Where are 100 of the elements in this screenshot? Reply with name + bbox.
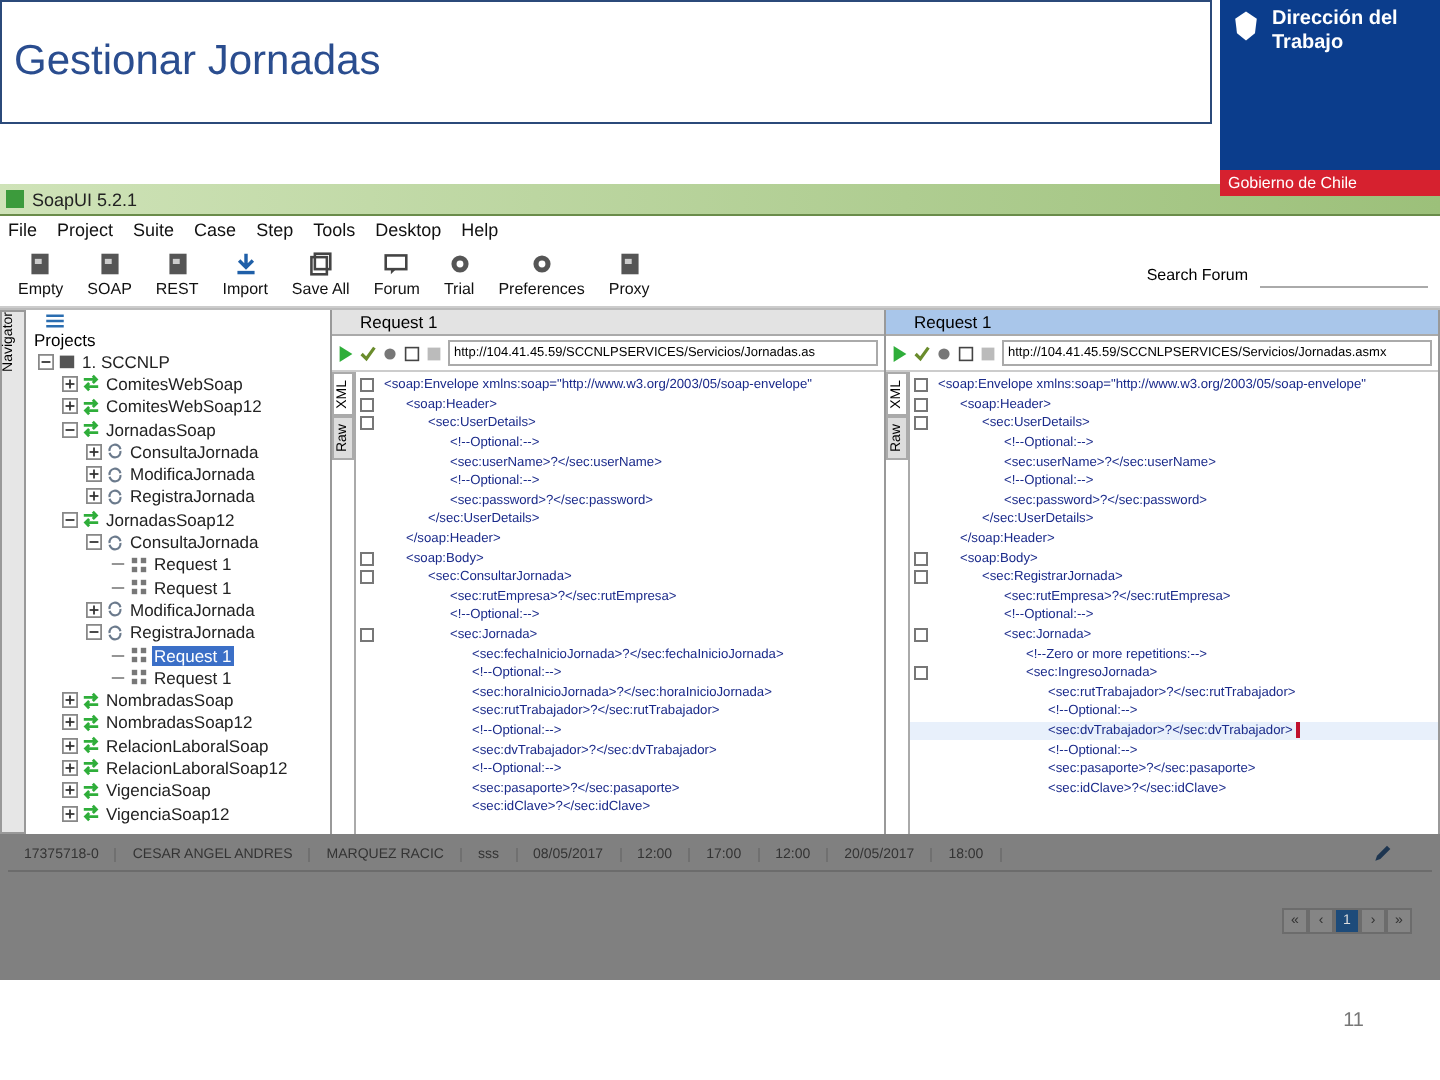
document-icon: [28, 252, 53, 276]
expand-icon[interactable]: [62, 375, 78, 392]
tree-item[interactable]: JornadasSoap12: [104, 509, 237, 530]
swap-arrows-icon: [82, 374, 100, 393]
fold-icon[interactable]: [914, 628, 928, 643]
swap-arrows-icon: [82, 420, 100, 439]
play-icon[interactable]: [892, 345, 908, 361]
expand-icon[interactable]: [86, 601, 102, 618]
expand-icon[interactable]: [62, 805, 78, 822]
expand-icon[interactable]: [86, 488, 102, 505]
tree-heading: Projects: [34, 330, 98, 350]
soap-icon: [130, 646, 148, 664]
swap-arrows-icon: [82, 804, 100, 823]
play-icon[interactable]: [338, 345, 354, 361]
collapse-icon[interactable]: [62, 511, 78, 528]
app-icon: [6, 190, 24, 208]
window-icon[interactable]: [958, 345, 974, 361]
collapse-icon[interactable]: [38, 353, 54, 370]
swap-arrows-icon: [82, 758, 100, 777]
search-label: Search Forum: [1146, 266, 1248, 284]
fold-icon[interactable]: [914, 666, 928, 681]
menu-item[interactable]: Tools: [313, 220, 356, 240]
swap-arrows-icon: [82, 781, 100, 800]
tree-item[interactable]: Request 1: [152, 577, 234, 598]
expand-icon[interactable]: [62, 714, 78, 731]
swap-arrows-icon: [82, 713, 100, 732]
menu-item[interactable]: Project: [57, 220, 114, 240]
tree-item[interactable]: Request 1: [152, 645, 234, 665]
tree-item[interactable]: ConsultaJornada: [128, 532, 261, 553]
tree-item[interactable]: VigenciaSoap12: [104, 803, 232, 824]
expand-icon[interactable]: [62, 737, 78, 754]
expand-icon[interactable]: [86, 443, 102, 460]
menu-item[interactable]: File: [8, 220, 38, 240]
download-icon: [233, 252, 258, 276]
window-title: SoapUI 5.2.1: [32, 189, 138, 209]
menu-item[interactable]: Suite: [133, 220, 175, 240]
toolbar-button[interactable]: Import: [216, 252, 274, 298]
request-tab[interactable]: Request 1: [886, 310, 1438, 336]
logo-tagline: Gobierno de Chile: [1220, 170, 1440, 196]
document-icon: [617, 252, 642, 276]
tree-item[interactable]: Request 1: [152, 554, 234, 575]
expand-icon[interactable]: [86, 466, 102, 483]
chat-icon: [384, 252, 409, 276]
toolbar-button[interactable]: REST: [149, 252, 205, 298]
collapse-icon[interactable]: [62, 421, 78, 438]
tree-item[interactable]: ComitesWebSoap: [104, 373, 245, 394]
cycle-icon: [106, 623, 124, 642]
cycle-icon: [106, 487, 124, 506]
expand-icon[interactable]: [62, 692, 78, 709]
tree-item[interactable]: RelacionLaboralSoap12: [104, 757, 290, 778]
list-view-icon[interactable]: [46, 314, 64, 328]
menu-item[interactable]: Desktop: [375, 220, 442, 240]
tree-item[interactable]: RegistraJornada: [128, 622, 257, 643]
tree-item[interactable]: ModificaJornada: [128, 464, 257, 485]
menu-item[interactable]: Step: [256, 220, 294, 240]
page-number: 11: [1343, 1010, 1364, 1032]
logo-text: Dirección del Trabajo: [1272, 8, 1400, 56]
soap-icon: [130, 578, 148, 597]
request-tab[interactable]: Request 1: [332, 310, 884, 336]
document-icon: [165, 252, 190, 276]
swap-arrows-icon: [82, 510, 100, 529]
toolbar-button[interactable]: Trial: [437, 252, 481, 298]
toolbar-button[interactable]: Forum: [367, 252, 426, 298]
folder-icon: [58, 352, 76, 371]
menu-item[interactable]: Help: [461, 220, 499, 240]
toolbar-button[interactable]: Proxy: [602, 252, 656, 298]
toolbar-button[interactable]: SOAP: [81, 252, 138, 298]
tree-item[interactable]: RegistraJornada: [128, 486, 257, 507]
collapse-icon[interactable]: [86, 534, 102, 551]
cycle-icon: [106, 442, 124, 461]
toolbar-button[interactable]: Preferences: [492, 252, 591, 298]
toolbar-button[interactable]: Empty: [12, 252, 70, 298]
cycle-icon: [106, 533, 124, 552]
fold-icon[interactable]: [360, 628, 374, 643]
tree-item[interactable]: ComitesWebSoap12: [104, 396, 264, 417]
tree-item[interactable]: ModificaJornada: [128, 599, 257, 620]
menu-item[interactable]: Case: [194, 220, 237, 240]
swap-arrows-icon: [82, 736, 100, 755]
expand-icon[interactable]: [62, 759, 78, 776]
pencil-icon[interactable]: [1372, 844, 1392, 864]
tree-item[interactable]: JornadasSoap: [104, 419, 218, 440]
toolbar-button[interactable]: Save All: [285, 252, 356, 298]
collapse-icon[interactable]: [86, 624, 102, 641]
tree-item[interactable]: VigenciaSoap: [104, 780, 213, 801]
swap-arrows-icon: [82, 691, 100, 710]
document-icon: [97, 252, 122, 276]
expand-icon[interactable]: [62, 782, 78, 799]
slide-title: Gestionar Jornadas: [14, 38, 381, 86]
tree-item[interactable]: RelacionLaboralSoap: [104, 735, 271, 756]
window-icon[interactable]: [404, 345, 420, 361]
tree-item[interactable]: 1. SCCNLP: [80, 351, 172, 372]
tree-item[interactable]: NombradasSoap12: [104, 712, 255, 733]
swap-arrows-icon: [82, 397, 100, 416]
tree-item[interactable]: Request 1: [152, 667, 234, 688]
tree-item[interactable]: ConsultaJornada: [128, 441, 261, 462]
tree-item[interactable]: NombradasSoap: [104, 690, 236, 711]
soap-icon: [130, 668, 148, 687]
expand-icon[interactable]: [62, 398, 78, 415]
cycle-icon: [106, 465, 124, 484]
soap-icon: [130, 555, 148, 574]
